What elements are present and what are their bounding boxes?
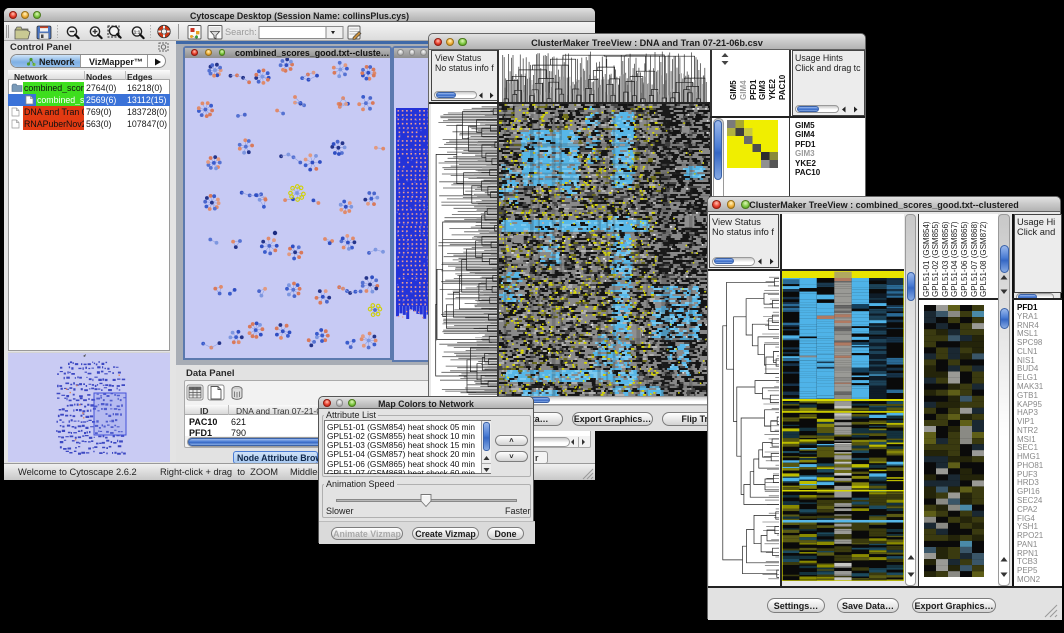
svg-text:Network: Network: [39, 57, 76, 67]
svg-text:Search:: Search:: [225, 27, 257, 37]
svg-text:1:1: 1:1: [134, 30, 141, 35]
svg-text:VizMapper™: VizMapper™: [89, 57, 143, 67]
